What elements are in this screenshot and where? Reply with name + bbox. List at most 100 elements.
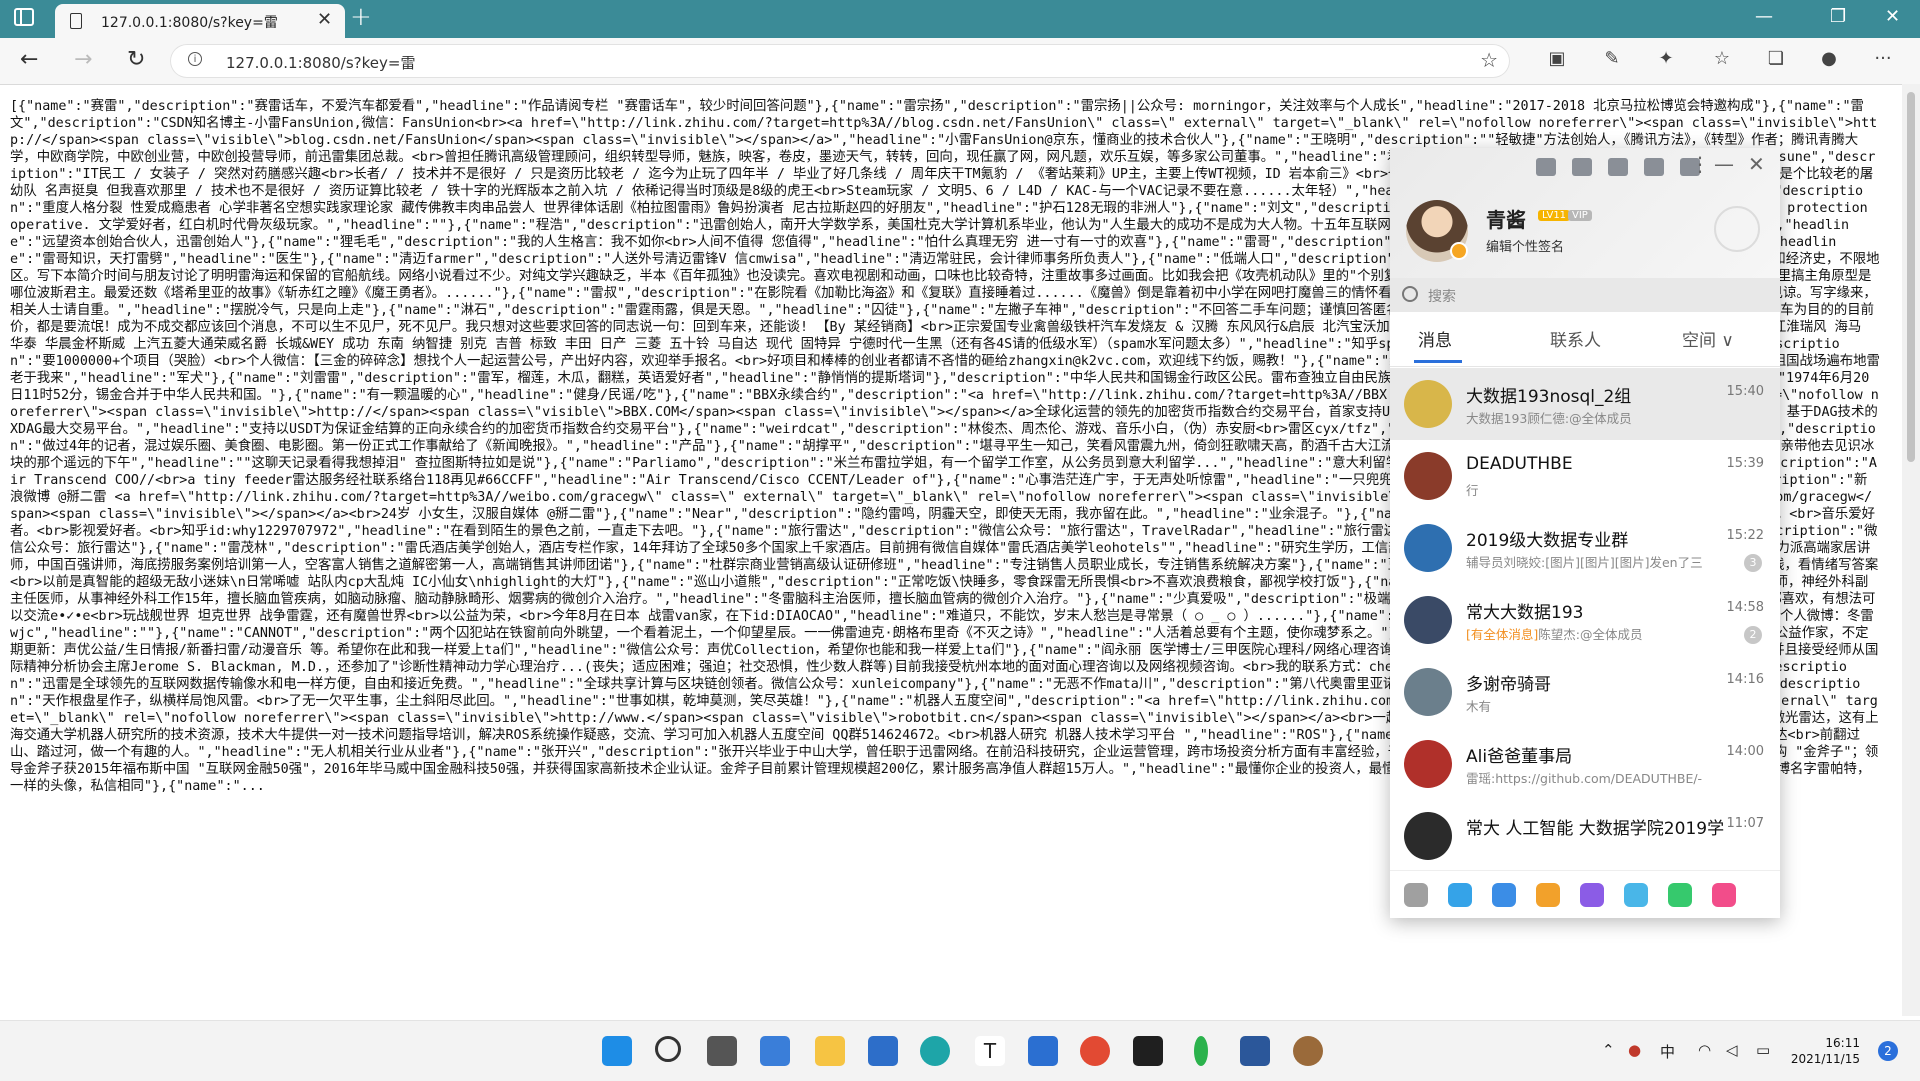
user-avatar[interactable] xyxy=(1406,200,1468,262)
qq-more-icon[interactable]: ⋮ xyxy=(1690,152,1710,176)
conversation-item[interactable]: Ali爸爸董事局 雷瑶:https://github.com/DEADUTHBE/… xyxy=(1390,728,1780,800)
conversation-preview: 大数据193顾仁德:@全体成员 xyxy=(1466,408,1724,427)
qq-search-box[interactable]: 搜索 xyxy=(1390,278,1780,312)
conversation-item[interactable]: 多谢帝骑哥 木有 14:16 xyxy=(1390,656,1780,728)
chrome-icon[interactable] xyxy=(1080,1036,1110,1066)
conversation-item[interactable]: 常大大数据193 [有全体消息]陈望杰:@全体成员 14:58 2 xyxy=(1390,584,1780,656)
file-transfer-icon[interactable] xyxy=(1492,883,1516,907)
mail-app-icon[interactable] xyxy=(1028,1036,1058,1066)
reload-button[interactable]: ↻ xyxy=(127,47,145,72)
battery-icon[interactable]: ▭ xyxy=(1756,1041,1770,1059)
game-icon[interactable] xyxy=(1580,883,1604,907)
volume-icon[interactable]: ◁ xyxy=(1726,1041,1738,1059)
taskbar: T ⌃ ● 中 ◠ ◁ ▭ 16:11 2021/11/15 2 xyxy=(0,1020,1920,1081)
conversation-avatar[interactable] xyxy=(1404,380,1452,428)
address-bar[interactable]: i 127.0.0.1:8080/s?key=雷 ☆ xyxy=(170,44,1510,78)
forward-button[interactable]: → xyxy=(74,47,92,72)
qq-minimize-button[interactable]: — xyxy=(1714,152,1734,176)
status-dot-icon[interactable] xyxy=(1450,242,1468,260)
username: 青酱 xyxy=(1486,208,1526,232)
qq-header: ⋮ — ✕ 青酱 LV11 VIP 编辑个性签名 xyxy=(1390,148,1780,278)
word-icon[interactable] xyxy=(1240,1036,1270,1066)
conversation-item[interactable]: 常大 人工智能 大数据学院2019学 11:07 xyxy=(1390,800,1780,864)
widgets-icon[interactable] xyxy=(760,1036,790,1066)
favorites-icon[interactable]: ☆ xyxy=(1711,48,1733,70)
settings-menu-button[interactable]: ··· xyxy=(1872,48,1894,70)
qq-pet-icon[interactable] xyxy=(1536,883,1560,907)
conversation-list[interactable]: 大数据193nosql_2组 大数据193顾仁德:@全体成员 15:40 DEADUT… xyxy=(1390,368,1780,864)
conversation-avatar[interactable] xyxy=(1404,452,1452,500)
tray-expand-icon[interactable]: ⌃ xyxy=(1602,1041,1615,1059)
conversation-avatar[interactable] xyxy=(1404,524,1452,572)
unread-count-badge: 3 xyxy=(1744,554,1762,572)
notification-badge[interactable]: 2 xyxy=(1878,1041,1898,1061)
wifi-icon[interactable]: ◠ xyxy=(1698,1041,1711,1059)
conversation-item[interactable]: 2019级大数据专业群 辅导员刘晓姣:[图片][图片][图片]发en了三 15:22… xyxy=(1390,512,1780,584)
qq-bottom-bar xyxy=(1390,870,1780,918)
immersive-reader-icon[interactable]: ▣ xyxy=(1546,48,1568,70)
extensions-icon[interactable]: ✦ xyxy=(1655,48,1677,70)
conversation-time: 15:22 xyxy=(1726,528,1764,543)
tab-actions-icon[interactable] xyxy=(14,8,34,26)
url-text[interactable]: 127.0.0.1:8080/s?key=雷 xyxy=(226,52,415,73)
clock[interactable]: 16:11 2021/11/15 xyxy=(1790,1035,1860,1067)
app-manager-icon[interactable] xyxy=(1712,883,1736,907)
edge-icon[interactable] xyxy=(920,1036,950,1066)
wechat-icon[interactable] xyxy=(1194,1036,1208,1066)
qq-close-button[interactable]: ✕ xyxy=(1748,152,1765,176)
typora-icon[interactable]: T xyxy=(975,1036,1005,1066)
main-menu-icon[interactable] xyxy=(1404,883,1428,907)
minimize-button[interactable]: — xyxy=(1755,6,1773,27)
site-info-icon[interactable]: i xyxy=(188,52,202,66)
page-scrollbar[interactable] xyxy=(1902,84,1920,1016)
conversation-time: 14:16 xyxy=(1726,672,1764,687)
search-taskbar-icon[interactable] xyxy=(655,1036,681,1062)
conversation-item[interactable]: 大数据193nosql_2组 大数据193顾仁德:@全体成员 15:40 xyxy=(1390,368,1780,440)
favorite-star-icon[interactable]: ☆ xyxy=(1480,48,1498,72)
pen-icon[interactable]: ✎ xyxy=(1601,48,1623,70)
tab-space[interactable]: 空间 ∨ xyxy=(1682,326,1734,351)
ime-indicator[interactable]: 中 xyxy=(1660,1041,1675,1062)
conversation-time: 11:07 xyxy=(1726,816,1764,831)
start-icon[interactable] xyxy=(602,1036,632,1066)
app-icon-3[interactable] xyxy=(1608,158,1628,176)
tab-messages[interactable]: 消息 xyxy=(1418,326,1452,351)
page-icon xyxy=(70,13,82,29)
new-tab-button[interactable]: + xyxy=(350,2,372,32)
scrollbar-thumb[interactable] xyxy=(1907,92,1915,462)
profile-avatar[interactable]: ● xyxy=(1818,48,1840,70)
conversation-highlight: [有全体消息] xyxy=(1466,627,1539,642)
conversation-avatar[interactable] xyxy=(1404,812,1452,860)
qq-taskbar-icon[interactable] xyxy=(1293,1036,1323,1066)
conversation-avatar[interactable] xyxy=(1404,596,1452,644)
app-icon-4[interactable] xyxy=(1644,158,1664,176)
active-tab-indicator xyxy=(1414,360,1462,363)
conversation-time: 14:58 xyxy=(1726,600,1764,615)
task-view-icon[interactable] xyxy=(707,1036,737,1066)
conversation-item[interactable]: DEADUTHBE 行 15:39 xyxy=(1390,440,1780,512)
close-tab-icon[interactable]: ✕ xyxy=(317,9,332,30)
tab-contacts[interactable]: 联系人 xyxy=(1550,326,1601,351)
signature-field[interactable]: 编辑个性签名 xyxy=(1486,236,1564,255)
browser-tab[interactable]: 127.0.0.1:8080/s?key=雷 ✕ xyxy=(55,4,345,38)
app-icon-2[interactable] xyxy=(1572,158,1592,176)
jetbrains-icon[interactable] xyxy=(1133,1036,1163,1066)
conversation-name: 大数据193nosql_2组 xyxy=(1466,387,1632,407)
conversation-avatar[interactable] xyxy=(1404,668,1452,716)
add-friend-icon[interactable] xyxy=(1448,883,1472,907)
file-explorer-icon[interactable] xyxy=(815,1036,845,1066)
video-icon[interactable] xyxy=(1668,883,1692,907)
clock-date: 2021/11/15 xyxy=(1790,1052,1860,1066)
cloud-icon[interactable] xyxy=(1624,883,1648,907)
close-window-button[interactable]: ✕ xyxy=(1885,6,1900,27)
back-button[interactable]: ← xyxy=(20,47,38,72)
conversation-preview: 行 xyxy=(1466,480,1724,499)
conversation-avatar[interactable] xyxy=(1404,740,1452,788)
store-icon[interactable] xyxy=(868,1036,898,1066)
maximize-button[interactable]: ❐ xyxy=(1830,6,1846,27)
conversation-time: 15:40 xyxy=(1726,384,1764,399)
qq-tray-icon[interactable]: ● xyxy=(1628,1041,1641,1059)
conversation-preview-text: 辅导员刘晓姣:[图片][图片][图片]发en了三 xyxy=(1466,555,1703,570)
collections-icon[interactable]: ❏ xyxy=(1765,48,1787,70)
app-icon-1[interactable] xyxy=(1536,158,1556,176)
